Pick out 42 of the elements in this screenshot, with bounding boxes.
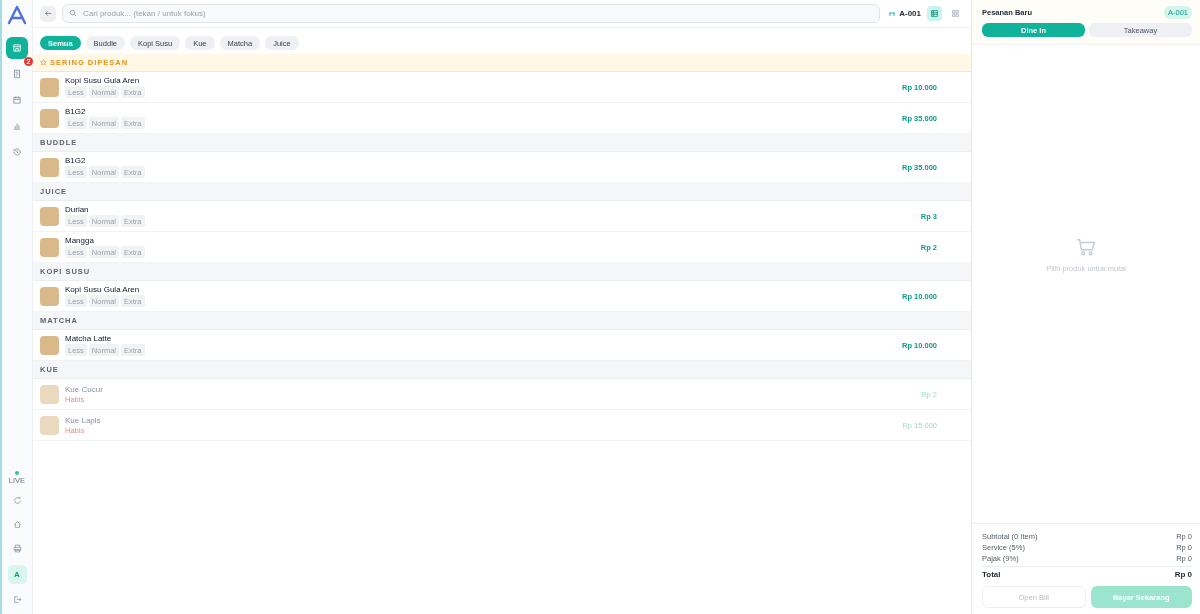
grid-view-icon <box>951 9 960 18</box>
refresh-icon <box>12 495 22 505</box>
calendar-icon <box>12 95 22 105</box>
logout-icon <box>12 594 22 604</box>
nav-store-button[interactable] <box>6 37 28 59</box>
history-icon <box>12 147 22 157</box>
photo-placeholder <box>40 237 59 257</box>
product-name: Kue Cucur <box>65 384 104 394</box>
star-icon <box>40 59 47 66</box>
status-dot <box>15 471 19 475</box>
photo-placeholder <box>40 335 59 355</box>
printer-icon <box>12 543 22 553</box>
total-value: Rp 0 <box>1174 570 1192 579</box>
photo-placeholder <box>40 286 59 306</box>
product-name: B1G2 <box>65 107 87 116</box>
back-button[interactable] <box>40 5 56 22</box>
photo-placeholder <box>40 384 59 404</box>
receipt-icon <box>12 69 22 79</box>
photo-placeholder <box>40 108 59 128</box>
store-icon <box>12 43 22 53</box>
bar-chart-icon <box>12 121 22 131</box>
back-arrow-icon <box>43 9 53 18</box>
table-number: A-001 <box>899 9 921 18</box>
photo-placeholder <box>40 206 59 226</box>
total-label: Total <box>982 570 1001 579</box>
product-name: Kopi Susu Gula Aren <box>65 285 141 294</box>
product-name: Matcha Latte <box>65 334 113 343</box>
product-name: Kopi Susu Gula Aren <box>65 76 141 85</box>
list-view-button[interactable] <box>927 6 942 21</box>
table-icon <box>888 9 897 18</box>
photo-placeholder <box>40 77 59 97</box>
product-name: Kue Lapis <box>65 415 102 425</box>
product-name: Mangga <box>65 236 95 245</box>
product-name: Durian <box>65 205 90 214</box>
home-icon <box>12 519 22 529</box>
product-name: B1G2 <box>65 156 87 165</box>
avatar-button[interactable]: A <box>7 565 27 584</box>
photo-placeholder <box>40 415 59 435</box>
photo-placeholder <box>40 157 59 177</box>
search-field[interactable]: Cari produk... (tekan / untuk fokus) <box>62 4 881 23</box>
logo-icon <box>7 5 27 25</box>
list-view-icon <box>930 9 939 18</box>
